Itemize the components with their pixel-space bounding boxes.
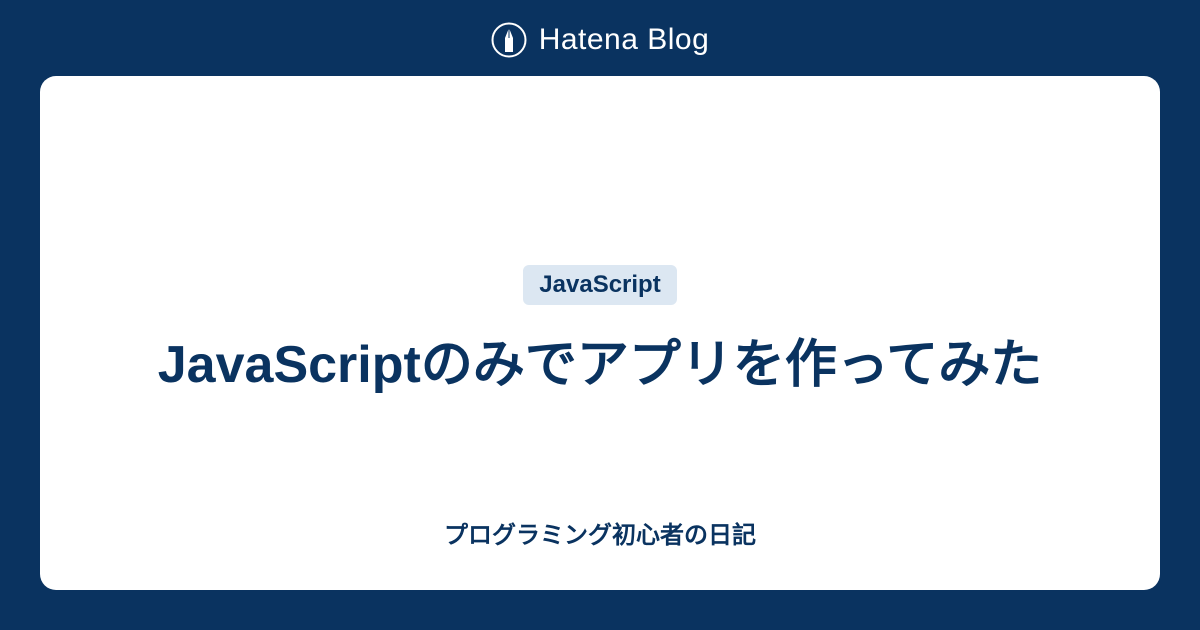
brand-text: Hatena Blog xyxy=(539,23,710,57)
hatena-pen-icon xyxy=(491,22,527,58)
category-tag: JavaScript xyxy=(523,265,676,305)
article-title: JavaScriptのみでアプリを作ってみた xyxy=(158,329,1042,402)
header: Hatena Blog xyxy=(0,0,1200,76)
content-card: JavaScript JavaScriptのみでアプリを作ってみた プログラミン… xyxy=(40,76,1160,590)
blog-name: プログラミング初心者の日記 xyxy=(444,515,756,550)
